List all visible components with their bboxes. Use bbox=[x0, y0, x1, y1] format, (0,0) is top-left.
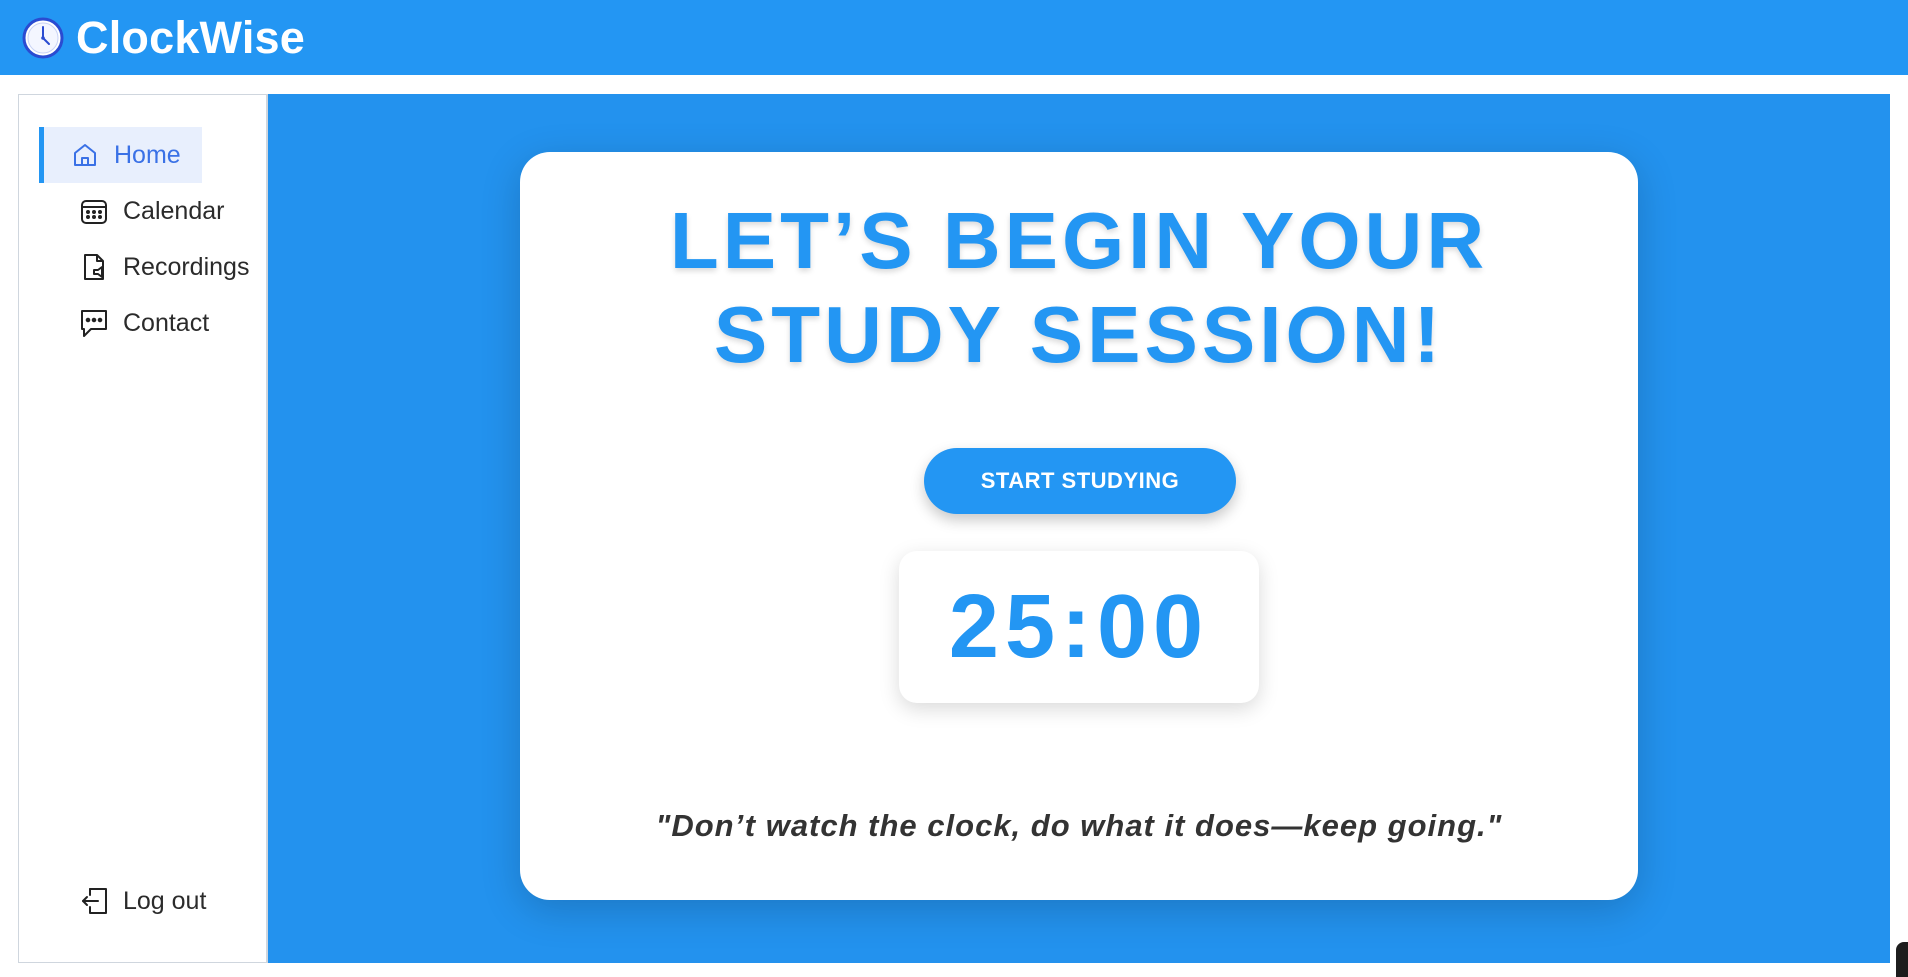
timer-display: 25:00 bbox=[899, 551, 1259, 703]
app-title: ClockWise bbox=[76, 11, 305, 63]
sidebar: Home Calendar Recordings Contact Log out bbox=[18, 94, 268, 963]
sidebar-item-label: Calendar bbox=[123, 196, 225, 225]
sidebar-item-recordings[interactable]: Recordings bbox=[39, 239, 249, 295]
study-session-card: LET’S BEGIN YOUR STUDY SESSION! START ST… bbox=[520, 152, 1638, 900]
timer-value: 25:00 bbox=[948, 576, 1210, 677]
sidebar-item-calendar[interactable]: Calendar bbox=[39, 183, 224, 239]
headline-line-2: STUDY SESSION! bbox=[713, 290, 1445, 379]
logout-label: Log out bbox=[123, 886, 207, 915]
recording-file-icon bbox=[79, 252, 109, 282]
scrollbar-corner bbox=[1896, 942, 1908, 977]
motivational-quote: "Don’t watch the clock, do what it does—… bbox=[655, 808, 1503, 843]
calendar-icon bbox=[79, 196, 109, 226]
start-studying-button[interactable]: START STUDYING bbox=[924, 448, 1236, 514]
sidebar-item-label: Contact bbox=[123, 308, 210, 337]
sidebar-item-home[interactable]: Home bbox=[39, 127, 202, 183]
clock-icon bbox=[22, 17, 64, 59]
logout-button[interactable]: Log out bbox=[39, 873, 206, 929]
page-title: LET’S BEGIN YOUR STUDY SESSION! bbox=[520, 194, 1638, 382]
chat-icon bbox=[79, 308, 109, 338]
main-panel: LET’S BEGIN YOUR STUDY SESSION! START ST… bbox=[268, 94, 1890, 963]
headline-line-1: LET’S BEGIN YOUR bbox=[669, 196, 1489, 285]
sidebar-item-label: Recordings bbox=[123, 252, 250, 281]
top-header: ClockWise bbox=[0, 0, 1908, 75]
logout-icon bbox=[79, 886, 109, 916]
sidebar-item-label: Home bbox=[114, 140, 181, 169]
home-icon bbox=[70, 140, 100, 170]
sidebar-item-contact[interactable]: Contact bbox=[39, 295, 209, 351]
